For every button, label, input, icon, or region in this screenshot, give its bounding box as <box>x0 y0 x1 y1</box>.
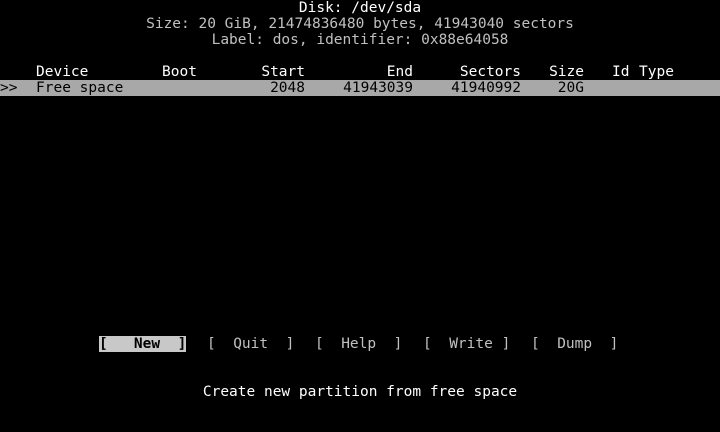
column-header-start: Start <box>261 64 305 80</box>
partition-table-header: Device Boot Start End Sectors Size Id Ty… <box>0 64 720 80</box>
status-hint: Create new partition from free space <box>202 384 518 400</box>
write-button[interactable]: [ Write ] <box>423 336 510 352</box>
column-header-id: Id <box>612 64 630 80</box>
column-header-type: Type <box>639 64 674 80</box>
row-cursor: >> <box>0 80 18 96</box>
row-device: Free space <box>36 80 124 96</box>
column-header-boot: Boot <box>162 64 197 80</box>
help-button[interactable]: [ Help ] <box>315 336 402 352</box>
column-header-device: Device <box>36 64 89 80</box>
row-start: 2048 <box>270 80 305 96</box>
table-row[interactable]: >> Free space 2048 41943039 41940992 20G <box>0 80 720 96</box>
dump-button[interactable]: [ Dump ] <box>531 336 618 352</box>
column-header-size: Size <box>549 64 584 80</box>
row-end: 41943039 <box>343 80 413 96</box>
disk-size-info: Size: 20 GiB, 21474836480 bytes, 4194304… <box>146 16 574 32</box>
quit-button[interactable]: [ Quit ] <box>207 336 294 352</box>
disk-title: Disk: /dev/sda <box>298 0 422 16</box>
new-button[interactable]: [ New ] <box>99 336 187 352</box>
action-menu: [ New ] [ Quit ] [ Help ] [ Write ] [ Du… <box>0 336 720 352</box>
row-size: 20G <box>557 80 584 96</box>
column-header-end: End <box>386 64 413 80</box>
column-header-sectors: Sectors <box>459 64 521 80</box>
row-sectors: 41940992 <box>451 80 521 96</box>
disk-label-info: Label: dos, identifier: 0x88e64058 <box>211 32 509 48</box>
